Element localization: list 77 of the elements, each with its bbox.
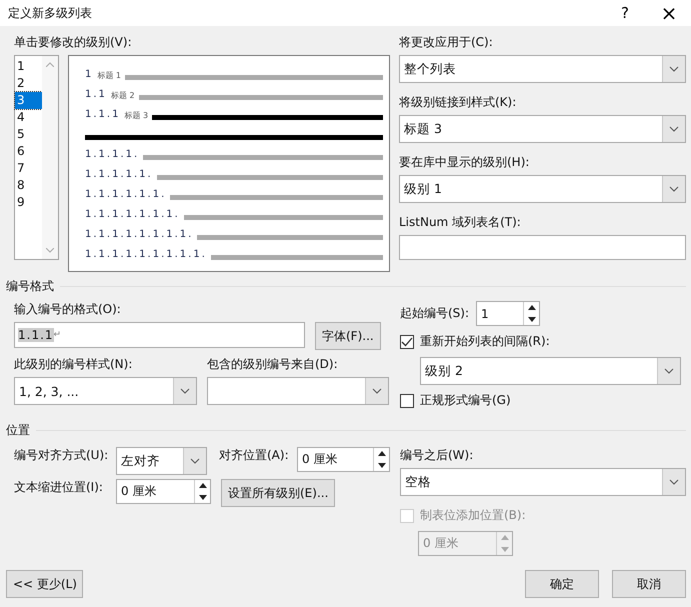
preview-number: 1.1.1.1.1.1. [85,188,166,202]
preview-number: 1.1 [85,88,107,102]
input-field[interactable] [399,235,686,260]
help-button[interactable]: ? [603,0,647,26]
spin-up-icon[interactable] [198,483,206,488]
chevron-down-icon[interactable] [669,66,679,72]
spin-down-icon[interactable] [528,316,536,322]
field-label: 文本缩进位置(I): [14,479,104,496]
field-label: 此级别的编号样式(N): [14,356,134,373]
level-item[interactable]: 6 [15,143,42,160]
checkbox-label: 重新开始列表的间隔(R): [420,333,550,350]
close-button[interactable]: × [647,0,691,26]
chevron-down-icon[interactable] [664,368,674,374]
chevron-down-icon[interactable] [669,479,679,485]
field-label: 编号对齐方式(U): [14,447,110,464]
chevron-down-icon[interactable] [180,388,190,394]
chevron-down-icon[interactable] [372,388,382,394]
level-item[interactable]: 8 [15,177,42,194]
preview-heading: 标题 3 [124,110,148,122]
section-heading: 位置 [6,422,30,439]
level-item[interactable]: 9 [15,194,42,211]
input-field[interactable]: 1.1.1↵ [14,322,305,348]
level-list[interactable]: 1 2 3 4 5 6 7 8 9 [14,55,59,260]
level-item[interactable]: 7 [15,160,42,177]
dropdown[interactable]: 级别 1 [399,175,686,203]
checkbox[interactable] [400,334,414,348]
field-label: 要在库中显示的级别(H): [399,154,530,171]
spin-up-icon[interactable] [528,305,536,310]
field-label: 编号之后(W): [400,447,474,464]
spin-down-icon[interactable] [198,494,206,500]
number-spinner[interactable]: 0 厘米 [116,479,211,504]
level-item[interactable]: 4 [15,109,42,126]
preview-number: 1 [85,68,94,82]
level-item[interactable]: 3 [15,92,42,109]
cancel-button[interactable]: 取消 [612,570,686,598]
level-item[interactable]: 5 [15,126,42,143]
dropdown[interactable]: 标题 3 [399,115,686,143]
dropdown[interactable]: 整个列表 [399,55,686,83]
preview-heading: 标题 1 [97,70,122,82]
chevron-down-icon[interactable] [669,186,679,192]
field-label: 输入编号的格式(O): [14,301,122,318]
checkbox-label: 正规形式编号(G) [420,392,511,409]
preview-heading: 标题 2 [110,90,135,102]
chevron-down-icon[interactable] [190,458,200,464]
preview-number: 1.1.1.1.1.1.1.1.1. [85,248,207,262]
preview-number: 1.1.1.1. [85,148,140,162]
dropdown[interactable]: 左对齐 [116,447,207,475]
paragraph-mark: ↵ [54,330,62,340]
field-label: 将更改应用于(C): [399,34,494,51]
checkbox[interactable] [400,394,414,408]
spin-up-icon[interactable] [378,451,386,456]
ok-button[interactable]: 确定 [525,570,599,598]
font-button[interactable]: 字体(F)... [315,322,381,350]
spin-down-icon[interactable] [378,462,386,468]
section-heading: 编号格式 [6,278,54,295]
field-label: 将级别链接到样式(K): [399,94,518,111]
preview-number: 1.1.1.1.1.1.1. [85,208,180,222]
level-item[interactable]: 1 [15,58,42,75]
field-label: 单击要修改的级别(V): [14,34,133,51]
dropdown[interactable]: 1, 2, 3, ... [14,377,197,405]
number-spinner[interactable]: 0 厘米 [297,447,390,472]
dropdown[interactable]: 空格 [400,468,686,496]
chevron-down-icon[interactable] [669,126,679,132]
less-button[interactable]: << 更少(L) [6,570,83,598]
field-label: 对齐位置(A): [219,447,290,464]
window-title: 定义新多级列表 [8,4,93,22]
level-item[interactable]: 2 [15,75,42,92]
preview-number: 1.1.1.1.1. [85,168,153,182]
checkbox-label: 制表位添加位置(B): [420,507,526,524]
preview-number: 1.1.1 [85,108,120,122]
field-label: 包含的级别编号来自(D): [207,356,339,373]
preview-number: 1.1.1.1.1.1.1.1. [85,228,194,242]
set-all-levels-button[interactable]: 设置所有级别(E)... [221,479,336,507]
dropdown[interactable]: 级别 2 [420,357,681,385]
field-label: 起始编号(S): [400,305,470,322]
field-label: ListNum 域列表名(T): [399,214,522,231]
number-spinner[interactable]: 1 [476,301,540,326]
